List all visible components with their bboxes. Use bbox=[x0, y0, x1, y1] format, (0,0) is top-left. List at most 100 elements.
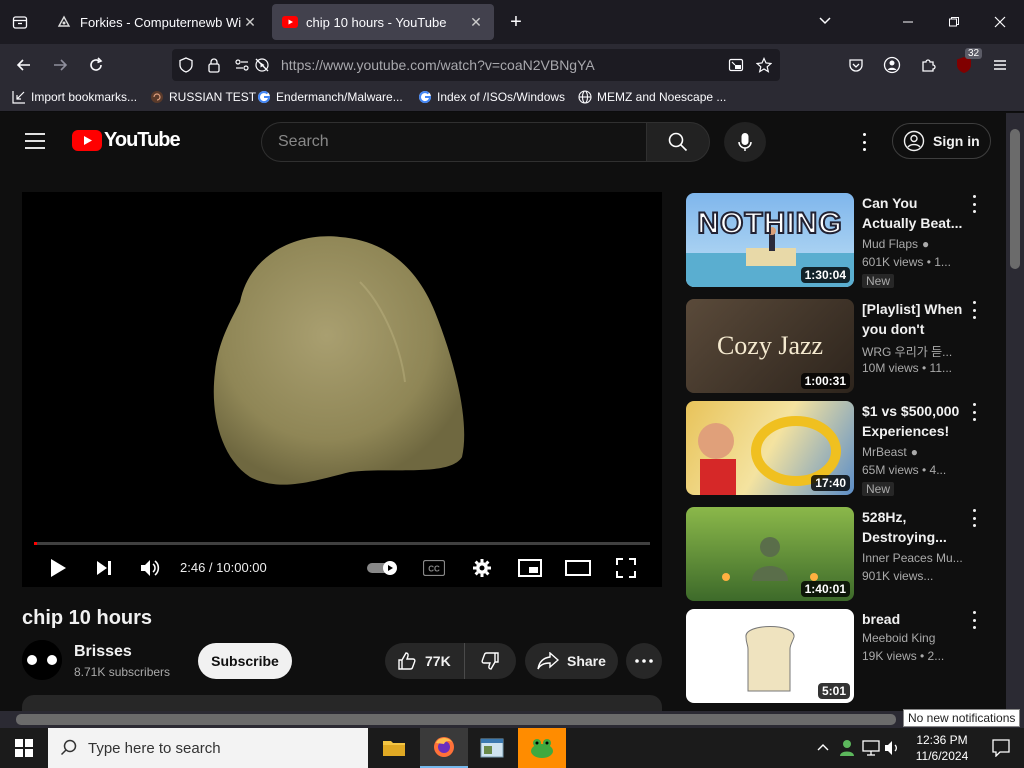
extension-badge: 32 bbox=[965, 48, 983, 59]
horizontal-scrollbar[interactable] bbox=[0, 711, 1024, 728]
recommendation-title[interactable]: Can You Actually Beat... bbox=[862, 193, 968, 233]
pocket-icon[interactable] bbox=[841, 50, 871, 80]
vertical-scrollbar[interactable] bbox=[1006, 113, 1024, 711]
extensions-puzzle-icon[interactable] bbox=[913, 50, 943, 80]
taskbar-clock[interactable]: 12:36 PM 11/6/2024 bbox=[908, 732, 976, 764]
description-box[interactable] bbox=[22, 695, 662, 711]
dislike-button[interactable] bbox=[465, 643, 515, 679]
youtube-logo[interactable]: YouTube bbox=[72, 129, 181, 152]
search-input[interactable]: Search bbox=[261, 122, 647, 162]
bookmark-russian-test[interactable]: RUSSIAN TEST bbox=[150, 90, 256, 104]
settings-more-icon[interactable] bbox=[861, 133, 867, 151]
start-button[interactable] bbox=[0, 728, 48, 768]
tracking-protection-shield-icon[interactable] bbox=[178, 57, 194, 73]
scrollbar-thumb[interactable] bbox=[1010, 129, 1020, 269]
menu-hamburger-icon[interactable] bbox=[985, 50, 1015, 80]
progress-bar[interactable] bbox=[34, 542, 650, 545]
tab-youtube[interactable]: chip 10 hours - YouTube ✕ bbox=[272, 4, 494, 40]
green-app-button[interactable] bbox=[518, 728, 566, 768]
back-button[interactable] bbox=[9, 50, 39, 80]
subscribe-button[interactable]: Subscribe bbox=[198, 643, 292, 679]
bookmark-star-icon[interactable] bbox=[756, 57, 772, 73]
sign-in-button[interactable]: Sign in bbox=[892, 123, 991, 159]
picture-in-picture-icon[interactable] bbox=[728, 57, 744, 73]
recommendation-item[interactable]: NOTHING 1:30:04 Can You Actually Beat...… bbox=[686, 193, 1006, 288]
recommendation-title[interactable]: $1 vs $500,000 Experiences! bbox=[862, 401, 968, 441]
action-menu-icon[interactable] bbox=[970, 195, 978, 213]
action-menu-icon[interactable] bbox=[970, 301, 978, 319]
bookmark-memz[interactable]: MEMZ and Noescape ... bbox=[578, 90, 726, 104]
recommendation-channel[interactable]: WRG 우리가 듣... bbox=[862, 343, 962, 360]
notification-center-button[interactable] bbox=[978, 728, 1024, 768]
video-thumbnail[interactable]: 5:01 bbox=[686, 609, 854, 703]
miniplayer-button[interactable] bbox=[516, 554, 544, 582]
video-thumbnail[interactable]: 17:40 bbox=[686, 401, 854, 495]
taskbar-search-input[interactable]: Type here to search bbox=[48, 728, 368, 768]
like-button[interactable]: 77K bbox=[385, 643, 465, 679]
voice-search-button[interactable] bbox=[724, 122, 766, 162]
lock-icon[interactable] bbox=[206, 57, 222, 73]
address-bar[interactable]: https://www.youtube.com/watch?v=coaN2VBN… bbox=[172, 49, 780, 81]
new-tab-button[interactable]: + bbox=[504, 10, 528, 34]
recommendation-channel[interactable]: Meeboid King bbox=[862, 631, 962, 645]
autoplay-toggle[interactable] bbox=[366, 554, 402, 582]
app-window-button[interactable] bbox=[468, 728, 516, 768]
maximize-button[interactable] bbox=[942, 12, 966, 32]
recommendation-title[interactable]: [Playlist] When you don't want... bbox=[862, 299, 968, 339]
guide-menu-icon[interactable] bbox=[24, 131, 46, 151]
user-tray-icon[interactable] bbox=[838, 739, 856, 757]
channel-name[interactable]: Brisses bbox=[74, 643, 132, 661]
forward-button[interactable] bbox=[45, 50, 75, 80]
tab-forkies[interactable]: Forkies - Computernewb Wiki ✕ bbox=[46, 4, 268, 40]
url-text[interactable]: https://www.youtube.com/watch?v=coaN2VBN… bbox=[281, 57, 595, 73]
volume-tray-icon[interactable] bbox=[884, 740, 900, 756]
channel-avatar[interactable] bbox=[22, 640, 62, 680]
video-player[interactable]: 2:46 / 10:00:00 CC bbox=[22, 192, 662, 587]
account-icon[interactable] bbox=[877, 50, 907, 80]
video-title: chip 10 hours bbox=[22, 607, 153, 629]
recommendation-title[interactable]: 528Hz, Destroying... bbox=[862, 507, 968, 547]
video-thumbnail[interactable]: Cozy Jazz 1:00:31 bbox=[686, 299, 854, 393]
video-thumbnail[interactable]: 1:40:01 bbox=[686, 507, 854, 601]
reload-button[interactable] bbox=[81, 50, 111, 80]
close-window-button[interactable] bbox=[988, 12, 1012, 32]
subtitles-button[interactable]: CC bbox=[420, 554, 448, 582]
recommendation-item[interactable]: 1:40:01 528Hz, Destroying... Inner Peace… bbox=[686, 507, 1006, 601]
recommendation-item[interactable]: 17:40 $1 vs $500,000 Experiences! MrBeas… bbox=[686, 401, 1006, 496]
bookmark-import[interactable]: Import bookmarks... bbox=[12, 90, 137, 104]
share-button[interactable]: Share bbox=[525, 643, 618, 679]
scrollbar-thumb[interactable] bbox=[16, 714, 896, 725]
recommendation-item[interactable]: 5:01 bread Meeboid King 19K views • 2... bbox=[686, 609, 1006, 703]
video-thumbnail[interactable]: NOTHING 1:30:04 bbox=[686, 193, 854, 287]
recommendation-item[interactable]: Cozy Jazz 1:00:31 [Playlist] When you do… bbox=[686, 299, 1006, 393]
permissions-icon[interactable] bbox=[234, 57, 250, 73]
ublock-extension-icon[interactable]: 32 bbox=[949, 48, 983, 80]
action-menu-icon[interactable] bbox=[970, 611, 978, 629]
theater-mode-button[interactable] bbox=[564, 554, 592, 582]
file-explorer-button[interactable] bbox=[370, 728, 418, 768]
close-tab-icon[interactable]: ✕ bbox=[242, 14, 258, 30]
recommendation-channel[interactable]: Inner Peaces Mu... bbox=[862, 551, 962, 565]
play-button[interactable] bbox=[44, 554, 72, 582]
recommendation-channel[interactable]: MrBeast ● bbox=[862, 445, 962, 459]
close-tab-icon[interactable]: ✕ bbox=[468, 14, 484, 30]
list-all-tabs-icon[interactable] bbox=[816, 12, 834, 30]
autoplay-blocked-icon[interactable] bbox=[254, 57, 270, 73]
action-menu-icon[interactable] bbox=[970, 403, 978, 421]
bookmark-index-isos[interactable]: Index of /ISOs/Windows bbox=[418, 90, 565, 104]
minimize-button[interactable] bbox=[896, 12, 920, 32]
network-icon[interactable] bbox=[862, 740, 880, 756]
fullscreen-button[interactable] bbox=[612, 554, 640, 582]
firefox-button[interactable] bbox=[420, 728, 468, 768]
more-actions-button[interactable] bbox=[626, 643, 662, 679]
show-hidden-icons-chevron-icon[interactable] bbox=[816, 740, 830, 754]
settings-button[interactable] bbox=[468, 554, 496, 582]
next-button[interactable] bbox=[90, 554, 118, 582]
tab-list-button[interactable] bbox=[8, 10, 32, 34]
action-menu-icon[interactable] bbox=[970, 509, 978, 527]
recommendation-title[interactable]: bread bbox=[862, 609, 968, 629]
search-button[interactable] bbox=[646, 122, 710, 162]
mute-button[interactable] bbox=[136, 554, 164, 582]
recommendation-channel[interactable]: Mud Flaps ● bbox=[862, 237, 962, 251]
bookmark-endermanch[interactable]: Endermanch/Malware... bbox=[257, 90, 403, 104]
